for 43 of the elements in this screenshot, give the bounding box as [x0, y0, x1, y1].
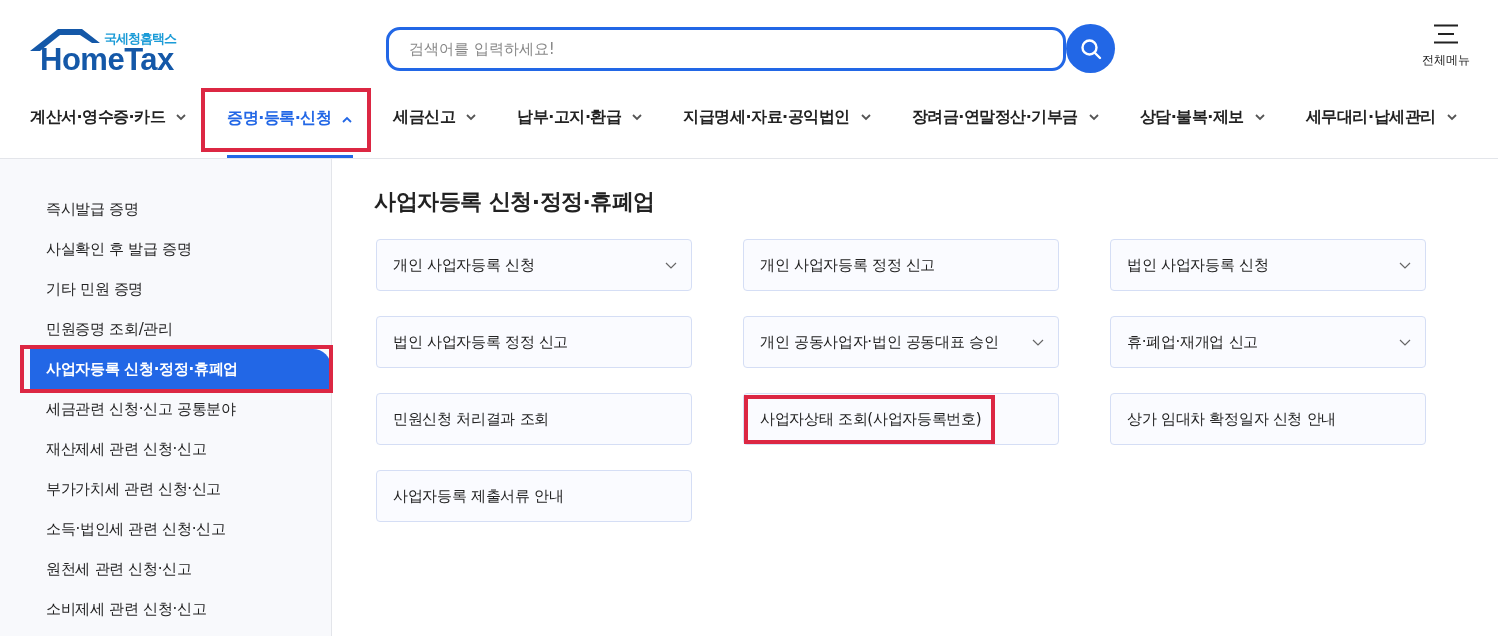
- menu-card[interactable]: 개인 사업자등록 신청: [376, 239, 692, 291]
- menu-card[interactable]: 사업자등록 제출서류 안내: [376, 470, 692, 522]
- sidebar-item[interactable]: 재산제세 관련 신청·신고: [30, 429, 331, 469]
- search-field[interactable]: 검색어를 입력하세요!: [386, 26, 1066, 71]
- sidebar-item[interactable]: 민원증명 조회/관리: [30, 309, 331, 349]
- search-icon: [1079, 37, 1102, 60]
- chevron-icon: [1445, 113, 1458, 121]
- menu-icon: [1433, 24, 1459, 44]
- menu-card[interactable]: 개인 공동사업자·법인 공동대표 승인: [743, 316, 1059, 368]
- search-button[interactable]: [1066, 24, 1115, 73]
- sidebar-item[interactable]: 부가가치세 관련 신청·신고: [30, 469, 331, 509]
- sidebar-item[interactable]: 사실확인 후 발급 증명: [30, 229, 331, 269]
- nav-tab[interactable]: 장려금·연말정산·기부금: [911, 82, 1100, 152]
- sidebar-item[interactable]: 세금관련 신청·신고 공통분야: [30, 389, 331, 429]
- section-title: 사업자등록 신청·정정·휴폐업: [374, 188, 656, 216]
- chevron-icon: [465, 113, 478, 121]
- sidebar-item[interactable]: 즉시발급 증명: [30, 189, 331, 229]
- sidebar-item[interactable]: 소비제세 관련 신청·신고: [30, 589, 331, 629]
- chevron-icon: [859, 113, 872, 121]
- menu-card[interactable]: 개인 사업자등록 정정 신고: [743, 239, 1059, 291]
- sidebar-item[interactable]: 소득·법인세 관련 신청·신고: [30, 509, 331, 549]
- all-menu-button[interactable]: 전체메뉴: [1422, 24, 1470, 69]
- sidebar-item[interactable]: 기타 민원 증명: [30, 269, 331, 309]
- chevron-icon: [341, 114, 354, 123]
- chevron-icon: [1087, 113, 1100, 121]
- menu-card[interactable]: 휴·폐업·재개업 신고: [1110, 316, 1426, 368]
- sidebar-item[interactable]: 원천세 관련 신청·신고: [30, 549, 331, 589]
- nav-tab[interactable]: 세무대리·납세관리: [1305, 82, 1458, 152]
- sidebar-item[interactable]: 사업자등록 신청·정정·휴폐업: [30, 349, 331, 389]
- menu-card[interactable]: 민원신청 처리결과 조회: [376, 393, 692, 445]
- chevron-icon: [175, 113, 188, 121]
- menu-card[interactable]: 법인 사업자등록 정정 신고: [376, 316, 692, 368]
- menu-card[interactable]: 상가 임대차 확정일자 신청 안내: [1110, 393, 1426, 445]
- nav-tab[interactable]: 세금신고: [393, 82, 478, 152]
- nav-tab[interactable]: 지급명세·자료·공익법인: [683, 82, 872, 152]
- nav-tab[interactable]: 계산서·영수증·카드: [30, 82, 188, 152]
- chevron-icon: [1253, 113, 1266, 121]
- nav-tab[interactable]: 납부·고지·환급: [517, 82, 644, 152]
- chevron-icon: [631, 113, 644, 121]
- menu-card[interactable]: 사업자상태 조회(사업자등록번호): [743, 393, 1059, 445]
- logo-subtitle: 국세청홈택스: [104, 30, 176, 48]
- nav-tab[interactable]: 상담·불복·제보: [1139, 82, 1266, 152]
- menu-card[interactable]: 법인 사업자등록 신청: [1110, 239, 1426, 291]
